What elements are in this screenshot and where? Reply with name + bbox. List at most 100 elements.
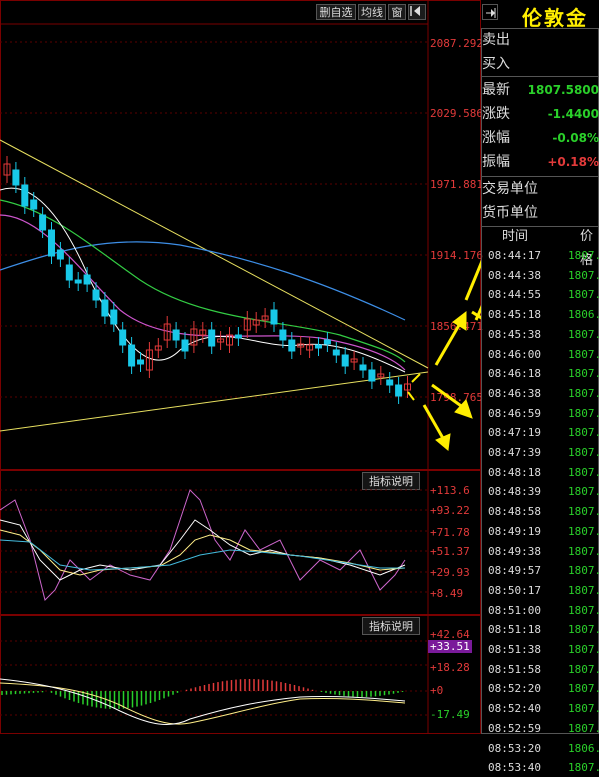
- tick-row: 08:51:18 1807.: [482, 620, 599, 639]
- currency-unit-row: 货币单位: [482, 201, 599, 225]
- tick-time: 08:50:17: [488, 583, 541, 597]
- tick-row: 08:48:39 1807.: [482, 482, 599, 501]
- tick-row: 08:44:38 1807.: [482, 266, 599, 285]
- candle-body: [323, 339, 331, 345]
- tick-price: 1806.: [568, 741, 599, 755]
- tick-price: 1807.: [568, 288, 599, 302]
- tick-price: 1807.: [568, 721, 599, 735]
- last-label: 最新: [482, 82, 510, 98]
- tick-time: 08:46:18: [488, 367, 541, 381]
- tick-time: 08:47:39: [488, 446, 541, 459]
- candle-body: [359, 364, 367, 371]
- indicator-axis-label: +113.6: [430, 484, 470, 497]
- tick-time: 08:48:39: [488, 485, 541, 499]
- tick-price: 1807.: [568, 347, 599, 361]
- tick-price: 1807.: [568, 524, 599, 538]
- tick-price: 1807.: [568, 643, 599, 656]
- tick-row: 08:45:18 1806.: [482, 305, 599, 324]
- candle-body: [83, 274, 91, 285]
- tick-price: 1807.: [568, 367, 599, 381]
- candle-body: [368, 369, 376, 382]
- change-row: 涨跌 -1.4400: [482, 102, 599, 126]
- tick-price: 1807.: [568, 662, 599, 676]
- annotation-arrows: [407, 259, 481, 451]
- sell-row: 卖出: [482, 28, 599, 52]
- lower-trendline: [0, 371, 429, 432]
- tick-time: 08:45:38: [488, 327, 541, 341]
- amplitude-label: 振幅: [482, 154, 510, 170]
- tick-row: 08:49:38 1807.: [482, 542, 599, 561]
- tick-row: 08:52:40 1807.: [482, 699, 599, 718]
- tick-price: 1807.: [568, 564, 599, 578]
- last-row: 最新 1807.5800: [482, 78, 599, 102]
- indicator-axis-label: +0: [430, 684, 444, 697]
- indicator-current-value: +33.51: [428, 640, 472, 653]
- tick-row: 08:53:20 1806.: [482, 739, 599, 758]
- change-value: -1.4400: [547, 107, 599, 121]
- tick-price: 1807.: [568, 327, 599, 341]
- tick-time: 08:47:19: [488, 426, 541, 440]
- tick-price: 1807.: [568, 761, 599, 775]
- candle-body: [92, 289, 100, 301]
- candle-body: [30, 199, 38, 210]
- candle-body: [288, 339, 296, 352]
- tick-time: 08:46:38: [488, 386, 541, 400]
- indicator-axis-label: +51.37: [430, 545, 470, 558]
- tick-row: 08:49:19 1807.: [482, 522, 599, 541]
- tick-time: 08:49:57: [488, 564, 541, 578]
- candle-body: [21, 184, 29, 207]
- tick-row: 08:44:55 1807.: [482, 285, 599, 304]
- tick-price: 1807.: [568, 268, 599, 282]
- change-pct-label: 涨幅: [482, 130, 510, 146]
- amplitude-value: +0.18%: [547, 155, 599, 169]
- tick-time: 08:44:17: [488, 249, 541, 262]
- candle-body: [270, 309, 278, 325]
- candle-body: [234, 334, 242, 339]
- candle-body: [137, 359, 144, 365]
- trade-unit-label: 交易单位: [482, 181, 538, 197]
- tick-price: 1807.: [568, 702, 599, 716]
- tick-price: 1807.: [568, 465, 599, 479]
- buy-label: 买入: [482, 56, 510, 72]
- tick-row: 08:51:38 1807.: [482, 640, 599, 659]
- tick-row: 08:49:57 1807.: [482, 561, 599, 580]
- tick-price: 1807.: [568, 544, 599, 558]
- tick-row: 08:52:59 1807.: [482, 719, 599, 738]
- tick-price: 1806.: [568, 308, 599, 322]
- tick-row: 08:47:39 1807.: [482, 443, 599, 462]
- sell-label: 卖出: [482, 32, 510, 48]
- change-pct-value: -0.08%: [552, 131, 599, 145]
- tick-row: 08:44:17 1807.: [482, 246, 599, 265]
- last-value: 1807.5800: [527, 83, 599, 97]
- indicator-1-lines: [0, 489, 428, 601]
- tick-row: 08:51:58 1807.: [482, 660, 599, 679]
- tick-row: 08:46:38 1807.: [482, 384, 599, 403]
- indicator-axis-label: +93.22: [430, 504, 470, 517]
- tick-price: 1807.: [568, 426, 599, 440]
- tick-time: 08:52:20: [488, 682, 541, 696]
- candle-body: [172, 329, 180, 341]
- tick-time: 08:53:20: [488, 741, 541, 755]
- candle-body: [279, 329, 287, 341]
- tick-time: 08:51:38: [488, 643, 541, 656]
- candle-body: [208, 329, 216, 347]
- tick-row: 08:45:38 1807.: [482, 325, 599, 344]
- tick-time: 08:51:18: [488, 623, 541, 637]
- tick-time: 08:49:19: [488, 524, 541, 538]
- candle-body: [386, 379, 394, 386]
- tick-row: 08:48:18 1807.: [482, 463, 599, 482]
- tick-time: 08:45:18: [488, 308, 541, 322]
- tick-row: 08:46:18 1807.: [482, 364, 599, 383]
- indicator-axis-label: +8.49: [430, 587, 464, 600]
- candle-body: [181, 339, 189, 352]
- expand-panel-icon[interactable]: [482, 4, 498, 20]
- tick-time: 08:44:55: [488, 288, 541, 302]
- candle-body: [395, 384, 403, 397]
- candle-body: [74, 279, 82, 284]
- tick-time: 08:51:58: [488, 662, 541, 676]
- tick-time: 08:52:59: [488, 721, 541, 735]
- tick-time: 08:51:00: [488, 603, 541, 617]
- candle-body: [332, 349, 340, 356]
- candle-body: [341, 354, 349, 367]
- tick-price: 1807.: [568, 505, 599, 519]
